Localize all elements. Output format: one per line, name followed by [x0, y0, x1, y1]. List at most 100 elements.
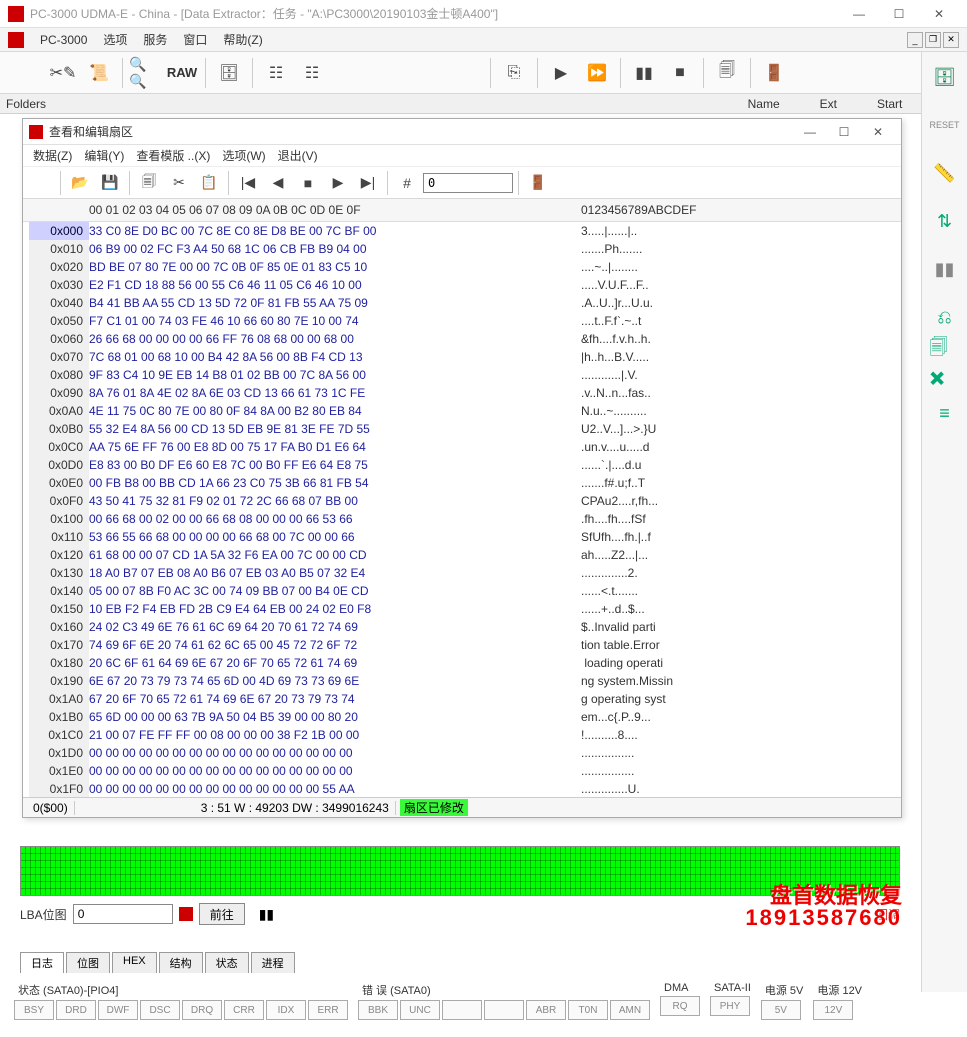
mdi-minimize-button[interactable]: _ — [907, 32, 923, 48]
col-ext[interactable]: Ext — [820, 97, 837, 111]
col-name[interactable]: Name — [748, 97, 780, 111]
menu-service[interactable]: 服务 — [135, 29, 175, 50]
menu-window[interactable]: 窗口 — [175, 29, 215, 50]
hex-row[interactable]: 0x18020 6C 6F 61 64 69 6E 67 20 6F 70 65… — [23, 654, 901, 672]
record-icon[interactable] — [179, 907, 193, 921]
hex-row[interactable]: 0x06026 66 68 00 00 00 00 66 FF 76 08 68… — [23, 330, 901, 348]
grid-icon[interactable]: # — [393, 169, 421, 197]
hex-row[interactable]: 0x030E2 F1 CD 18 88 56 00 55 C6 46 11 05… — [23, 276, 901, 294]
hex-row[interactable]: 0x0809F 83 C4 10 9E EB 14 B8 01 02 BB 00… — [23, 366, 901, 384]
minimize-button[interactable]: — — [839, 0, 879, 28]
export-icon[interactable]: ⎘ — [497, 56, 531, 90]
paste-icon[interactable]: 📋 — [195, 169, 223, 197]
tab-structure[interactable]: 结构 — [159, 952, 203, 973]
callback-label[interactable]: 回调 — [876, 906, 900, 923]
hex-row[interactable]: 0x1F000 00 00 00 00 00 00 00 00 00 00 00… — [23, 780, 901, 797]
hex-row[interactable]: 0x1B065 6D 00 00 00 63 7B 9A 50 04 B5 39… — [23, 708, 901, 726]
cut-icon[interactable]: ✂ — [165, 169, 193, 197]
reset-icon[interactable]: RESET — [930, 110, 960, 140]
copy-icon[interactable]: 🗐 — [135, 169, 163, 197]
first-icon[interactable]: |◀ — [234, 169, 262, 197]
hex-row[interactable]: 0x00033 C0 8E D0 BC 00 7C 8E C0 8E D8 BE… — [23, 222, 901, 240]
tab-bitmap[interactable]: 位图 — [66, 952, 110, 973]
hex-row[interactable]: 0x1C021 00 07 FE FF FF 00 08 00 00 00 38… — [23, 726, 901, 744]
flow-icon[interactable]: ⎌ — [930, 302, 960, 332]
hex-row[interactable]: 0x13018 A0 B7 07 EB 08 A0 B6 07 EB 03 A0… — [23, 564, 901, 582]
cancel-copy-icon[interactable]: 🗐✖ — [930, 350, 960, 380]
tab-process[interactable]: 进程 — [251, 952, 295, 973]
binoculars-icon[interactable]: 🔍🔍 — [129, 56, 163, 90]
inner-maximize-button[interactable]: ☐ — [827, 120, 861, 144]
raw-button[interactable]: RAW — [165, 56, 199, 90]
hex-row[interactable]: 0x16024 02 C3 49 6E 76 61 6C 69 64 20 70… — [23, 618, 901, 636]
menu-app[interactable]: PC-3000 — [32, 31, 95, 49]
exit-icon[interactable]: 🚪 — [757, 56, 791, 90]
next-icon[interactable]: ▶ — [324, 169, 352, 197]
mdi-restore-button[interactable]: ❐ — [925, 32, 941, 48]
menu-exit[interactable]: 退出(V) — [272, 145, 324, 166]
menu-options[interactable]: 选项 — [95, 29, 135, 50]
mdi-close-button[interactable]: ✕ — [943, 32, 959, 48]
tree1-icon[interactable]: ☷ — [259, 56, 293, 90]
hex-row[interactable]: 0x1E000 00 00 00 00 00 00 00 00 00 00 00… — [23, 762, 901, 780]
close-button[interactable]: ✕ — [919, 0, 959, 28]
hex-row[interactable]: 0x17074 69 6F 6E 20 74 61 62 6C 65 00 45… — [23, 636, 901, 654]
menu-data[interactable]: 数据(Z) — [27, 145, 78, 166]
stop-icon[interactable]: ■ — [294, 169, 322, 197]
play-icon[interactable]: ▶ — [544, 56, 578, 90]
pause-icon[interactable]: ▮▮ — [627, 56, 661, 90]
hex-row[interactable]: 0x11053 66 55 66 68 00 00 00 00 66 68 00… — [23, 528, 901, 546]
hex-row[interactable]: 0x050F7 C1 01 00 74 03 FE 46 10 66 60 80… — [23, 312, 901, 330]
tree2-icon[interactable]: ☷ — [295, 56, 329, 90]
sector-map[interactable] — [20, 846, 900, 896]
hex-editor[interactable]: 00 01 02 03 04 05 06 07 08 09 0A 0B 0C 0… — [23, 199, 901, 797]
tab-hex[interactable]: HEX — [112, 952, 157, 973]
col-start[interactable]: Start — [877, 97, 902, 111]
inner-minimize-button[interactable]: — — [793, 120, 827, 144]
exit-icon[interactable]: 🚪 — [524, 169, 552, 197]
hex-row[interactable]: 0x12061 68 00 00 07 CD 1A 5A 32 F6 EA 00… — [23, 546, 901, 564]
disk-icon[interactable]: 🗄 — [212, 56, 246, 90]
save-icon[interactable]: 💾 — [96, 169, 124, 197]
tab-state[interactable]: 状态 — [205, 952, 249, 973]
menu-options[interactable]: 选项(W) — [216, 145, 271, 166]
hex-row[interactable]: 0x1906E 67 20 73 79 73 74 65 6D 00 4D 69… — [23, 672, 901, 690]
tools-icon[interactable]: ✂✎ — [46, 56, 80, 90]
inner-close-button[interactable]: ✕ — [861, 120, 895, 144]
hex-row[interactable]: 0x0E000 FB B8 00 BB CD 1A 66 23 C0 75 3B… — [23, 474, 901, 492]
ruler-icon[interactable]: 📏 — [930, 158, 960, 188]
hex-row[interactable]: 0x14005 00 07 8B F0 AC 3C 00 74 09 BB 07… — [23, 582, 901, 600]
slider-icon[interactable]: ⇅ — [930, 206, 960, 236]
blank-icon[interactable] — [27, 169, 55, 197]
position-input[interactable] — [423, 173, 513, 193]
hex-row[interactable]: 0x0908A 76 01 8A 4E 02 8A 6E 03 CD 13 66… — [23, 384, 901, 402]
menu-help[interactable]: 帮助(Z) — [215, 29, 270, 50]
menu-view-template[interactable]: 查看模版 ..(X) — [130, 145, 216, 166]
drive-refresh-icon[interactable]: 🗄 — [930, 62, 960, 92]
hex-row[interactable]: 0x0C0AA 75 6E FF 76 00 E8 8D 00 75 17 FA… — [23, 438, 901, 456]
tab-log[interactable]: 日志 — [20, 952, 64, 973]
go-button[interactable]: 前往 — [199, 903, 245, 925]
pause-icon[interactable]: ▮▮ — [930, 254, 960, 284]
hex-row[interactable]: 0x0D0E8 83 00 B0 DF E6 60 E8 7C 00 B0 FF… — [23, 456, 901, 474]
lba-input[interactable] — [73, 904, 173, 924]
hex-row[interactable]: 0x040B4 41 BB AA 55 CD 13 5D 72 0F 81 FB… — [23, 294, 901, 312]
hex-row[interactable]: 0x1A067 20 6F 70 65 72 61 74 69 6E 67 20… — [23, 690, 901, 708]
pause-icon[interactable]: ▮▮ — [259, 906, 274, 923]
maximize-button[interactable]: ☐ — [879, 0, 919, 28]
prev-icon[interactable]: ◀ — [264, 169, 292, 197]
last-icon[interactable]: ▶| — [354, 169, 382, 197]
hex-row[interactable]: 0x1D000 00 00 00 00 00 00 00 00 00 00 00… — [23, 744, 901, 762]
hex-row[interactable]: 0x0A04E 11 75 0C 80 7E 00 80 0F 84 8A 00… — [23, 402, 901, 420]
menu-edit[interactable]: 编辑(Y) — [78, 145, 130, 166]
hex-row[interactable]: 0x020BD BE 07 80 7E 00 00 7C 0B 0F 85 0E… — [23, 258, 901, 276]
fastfwd-icon[interactable]: ⏩ — [580, 56, 614, 90]
align-icon[interactable]: ≡ — [930, 398, 960, 428]
stop-icon[interactable]: ■ — [663, 56, 697, 90]
script-icon[interactable]: 📜 — [82, 56, 116, 90]
copy-icon[interactable]: 🗐 — [710, 56, 744, 90]
hex-row[interactable]: 0x0B055 32 E4 8A 56 00 CD 13 5D EB 9E 81… — [23, 420, 901, 438]
hex-row[interactable]: 0x0F043 50 41 75 32 81 F9 02 01 72 2C 66… — [23, 492, 901, 510]
hex-row[interactable]: 0x0707C 68 01 00 68 10 00 B4 42 8A 56 00… — [23, 348, 901, 366]
hex-row[interactable]: 0x01006 B9 00 02 FC F3 A4 50 68 1C 06 CB… — [23, 240, 901, 258]
